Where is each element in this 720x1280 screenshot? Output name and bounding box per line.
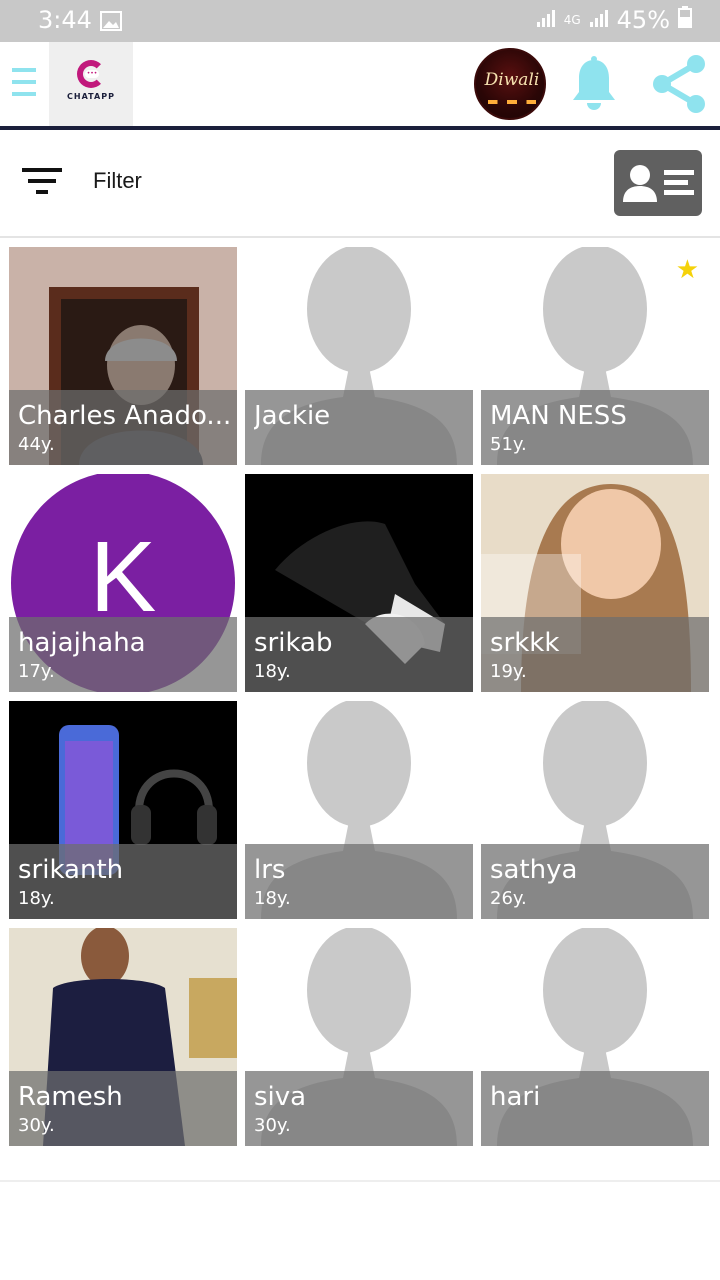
- profile-name: srikab: [254, 628, 333, 658]
- profile-name: MAN NESS: [490, 401, 627, 431]
- bottom-divider: [0, 1180, 720, 1182]
- profile-name: hajajhaha: [18, 628, 146, 658]
- battery-level: 45%: [616, 6, 670, 34]
- menu-icon[interactable]: [12, 68, 38, 100]
- profile-age: 18y.: [254, 661, 291, 682]
- profile-card[interactable]: siva 30y.: [245, 928, 473, 1146]
- profile-age: 18y.: [18, 888, 55, 909]
- contact-card-button[interactable]: [614, 150, 702, 216]
- profile-name: siva: [254, 1082, 307, 1112]
- logo-text: CHATAPP: [67, 92, 115, 101]
- gallery-icon: [100, 11, 122, 35]
- profile-card[interactable]: MAN NESS 51y. ★: [481, 247, 709, 465]
- filter-bar: Filter: [0, 130, 720, 236]
- profile-name: Charles Anado...: [18, 401, 232, 431]
- profile-name: Ramesh: [18, 1082, 123, 1112]
- filter-divider: [0, 236, 720, 238]
- profile-name: Jackie: [254, 401, 331, 431]
- profile-age: 18y.: [254, 888, 291, 909]
- profile-age: 30y.: [254, 1115, 291, 1136]
- profile-age: 17y.: [18, 661, 55, 682]
- profile-grid: Charles Anado... 44y. Jackie MAN NESS 51y. ★ K…: [9, 247, 709, 1146]
- profile-card[interactable]: Khajajhaha 17y.: [9, 474, 237, 692]
- profile-card[interactable]: srikab 18y.: [245, 474, 473, 692]
- signal-icon: [536, 6, 556, 34]
- profile-age: 19y.: [490, 661, 527, 682]
- status-time: 3:44: [38, 6, 92, 34]
- profile-age: 30y.: [18, 1115, 55, 1136]
- profile-card[interactable]: lrs 18y.: [245, 701, 473, 919]
- profile-name: srkkk: [490, 628, 560, 658]
- contact-card-icon: [623, 165, 694, 202]
- profile-card[interactable]: sathya 26y.: [481, 701, 709, 919]
- profile-age: 26y.: [490, 888, 527, 909]
- network-type: 4G: [563, 13, 581, 27]
- bell-icon[interactable]: [570, 56, 618, 116]
- signal-icon-2: [589, 6, 609, 34]
- diwali-banner[interactable]: Diwali: [474, 48, 546, 120]
- profile-name: srikanth: [18, 855, 124, 885]
- diwali-text: Diwali: [484, 70, 540, 90]
- share-icon[interactable]: [648, 54, 708, 118]
- status-bar: 3:44 4G 45%: [0, 0, 720, 42]
- filter-label[interactable]: Filter: [93, 168, 142, 194]
- app-logo[interactable]: ••• CHATAPP: [49, 42, 133, 126]
- battery-icon: [678, 6, 692, 34]
- profile-card[interactable]: Jackie: [245, 247, 473, 465]
- profile-name: hari: [490, 1082, 541, 1112]
- profile-name: sathya: [490, 855, 578, 885]
- profile-card[interactable]: srkkk 19y.: [481, 474, 709, 692]
- profile-age: 51y.: [490, 434, 527, 455]
- profile-card[interactable]: srikanth 18y.: [9, 701, 237, 919]
- profile-card[interactable]: hari: [481, 928, 709, 1146]
- profile-card[interactable]: Charles Anado... 44y.: [9, 247, 237, 465]
- profile-age: 44y.: [18, 434, 55, 455]
- profile-card[interactable]: Ramesh 30y.: [9, 928, 237, 1146]
- star-icon: ★: [675, 255, 699, 285]
- filter-icon[interactable]: [22, 168, 62, 198]
- app-bar: ••• CHATAPP Diwali: [0, 42, 720, 126]
- profile-name: lrs: [254, 855, 286, 885]
